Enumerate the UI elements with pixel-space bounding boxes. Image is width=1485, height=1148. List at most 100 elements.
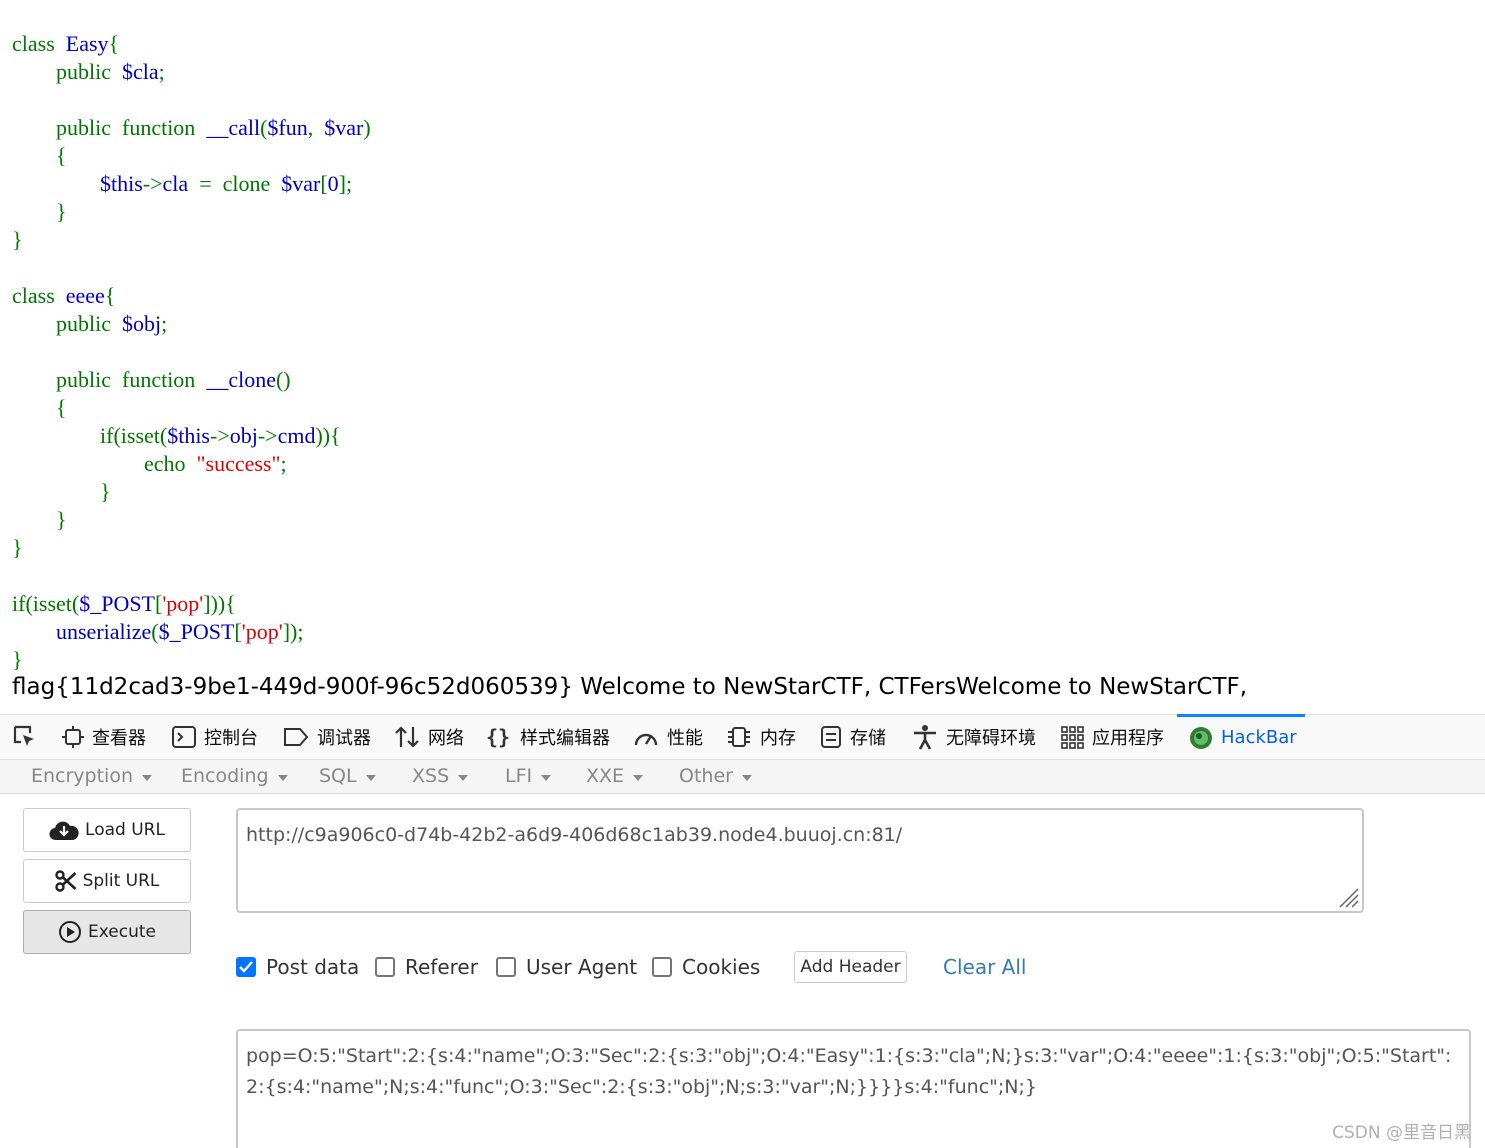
code-token: public function: [12, 367, 207, 392]
resize-grip-icon[interactable]: [1337, 886, 1359, 908]
code-line: {: [12, 142, 371, 170]
code-line: }: [12, 534, 371, 562]
code-token: ->: [210, 423, 230, 448]
menu-sql[interactable]: SQL: [319, 760, 376, 792]
code-token: {: [108, 31, 120, 56]
menu-lfi[interactable]: LFI: [505, 760, 552, 792]
tab-network[interactable]: 网络: [394, 715, 464, 759]
post-data-label: Post data: [266, 955, 360, 979]
code-token: cmd: [277, 423, 316, 448]
execute-button[interactable]: Execute: [23, 910, 191, 954]
code-line: }: [12, 478, 371, 506]
tab-accessibility[interactable]: 无障碍环境: [912, 715, 1036, 759]
post-data-textarea[interactable]: pop=O:5:"Start":2:{s:4:"name";O:3:"Sec":…: [236, 1029, 1471, 1148]
code-token: echo: [12, 451, 197, 476]
clear-all-link[interactable]: Clear All: [943, 952, 1026, 982]
tab-inspector[interactable]: 查看器: [62, 715, 146, 759]
tab-style-editor[interactable]: {} 样式编辑器: [486, 715, 610, 759]
code-token: 'pop': [162, 591, 204, 616]
code-token: $this: [167, 423, 210, 448]
code-line: unserialize($_POST['pop']);: [12, 618, 371, 646]
devtools-toolbar: 查看器 控制台 调试器 网络 {} 样式编辑器 性能 内存 存储 无障碍环境 应…: [0, 714, 1485, 760]
code-token: public function: [12, 115, 207, 140]
code-line: if(isset($this->obj->cmd)){: [12, 422, 371, 450]
code-line: class Easy{: [12, 30, 371, 58]
code-line: public function __clone(): [12, 366, 371, 394]
tab-application[interactable]: 应用程序: [1060, 715, 1164, 759]
watermark: CSDN @里音日黑: [1332, 1123, 1471, 1143]
user-agent-option[interactable]: User Agent: [496, 952, 637, 982]
caret-down-icon: [277, 774, 288, 781]
user-agent-checkbox[interactable]: [496, 957, 516, 977]
split-url-label: Split URL: [82, 871, 160, 891]
url-textarea[interactable]: http://c9a906c0-d74b-42b2-a6d9-406d68c1a…: [236, 808, 1364, 913]
code-token: __call: [206, 115, 261, 140]
caret-down-icon: [541, 774, 552, 781]
hackbar-menu: Encryption Encoding SQL XSS LFI XXE Othe…: [0, 760, 1485, 794]
tab-accessibility-label: 无障碍环境: [946, 728, 1036, 749]
menu-xxe[interactable]: XXE: [586, 760, 644, 792]
load-url-label: Load URL: [85, 820, 165, 840]
menu-encryption[interactable]: Encryption: [31, 760, 153, 792]
cloud-download-icon: [49, 821, 79, 841]
menu-encoding-label: Encoding: [181, 765, 269, 787]
code-token: $fun: [267, 115, 308, 140]
menu-other[interactable]: Other: [679, 760, 752, 792]
menu-xss[interactable]: XSS: [412, 760, 469, 792]
tab-network-label: 网络: [428, 728, 464, 749]
menu-xxe-label: XXE: [586, 765, 625, 787]
caret-down-icon: [741, 774, 752, 781]
code-line: public $cla;: [12, 58, 371, 86]
post-data-option[interactable]: Post data: [236, 952, 359, 982]
code-token: $_POST: [158, 619, 235, 644]
code-token: ])){: [203, 591, 236, 616]
tab-performance[interactable]: 性能: [633, 715, 703, 759]
tab-memory[interactable]: 内存: [726, 715, 796, 759]
menu-encoding[interactable]: Encoding: [181, 760, 288, 792]
code-token: 0: [327, 171, 339, 196]
cookies-label: Cookies: [682, 955, 761, 979]
code-token: cla: [162, 171, 200, 196]
code-token: = clone: [199, 171, 282, 196]
add-header-button[interactable]: Add Header: [794, 951, 907, 983]
code-token: }: [12, 535, 23, 560]
code-line: if(isset($_POST['pop'])){: [12, 590, 371, 618]
post-data-value: pop=O:5:"Start":2:{s:4:"name";O:3:"Sec":…: [246, 1045, 1452, 1098]
code-token: ,: [307, 115, 325, 140]
referer-option[interactable]: Referer: [375, 952, 478, 982]
post-data-checkbox[interactable]: [236, 957, 256, 977]
load-url-button[interactable]: Load URL: [23, 808, 191, 852]
checkmark-icon: [239, 961, 253, 973]
code-line: class eeee{: [12, 282, 371, 310]
referer-label: Referer: [405, 955, 478, 979]
code-token: __clone: [206, 367, 276, 392]
caret-down-icon: [142, 774, 153, 781]
element-picker-button[interactable]: [12, 715, 46, 759]
debugger-icon: [284, 728, 309, 746]
style-editor-icon: {}: [486, 725, 510, 749]
flag-output: flag{11d2cad3-9be1-449d-900f-96c52d06053…: [12, 674, 1248, 700]
play-circle-icon: [59, 921, 81, 943]
tab-console[interactable]: 控制台: [172, 715, 258, 759]
cookies-checkbox[interactable]: [652, 957, 672, 977]
svg-text:{}: {}: [486, 725, 510, 749]
tab-memory-label: 内存: [760, 728, 796, 749]
cookies-option[interactable]: Cookies: [652, 952, 760, 982]
code-token: ): [363, 115, 371, 140]
tab-hackbar[interactable]: HackBar: [1177, 714, 1305, 758]
referer-checkbox[interactable]: [375, 957, 395, 977]
split-url-button[interactable]: Split URL: [23, 859, 191, 903]
code-token: unserialize: [12, 619, 152, 644]
tab-storage[interactable]: 存储: [820, 715, 886, 759]
caret-down-icon: [365, 774, 376, 781]
tab-storage-label: 存储: [850, 728, 886, 749]
code-token: }: [12, 647, 23, 672]
tab-console-label: 控制台: [204, 728, 258, 749]
tab-debugger[interactable]: 调试器: [283, 715, 371, 759]
code-line: public function __call($fun, $var): [12, 114, 371, 142]
code-line: }: [12, 506, 371, 534]
code-token: if(isset(: [12, 591, 80, 616]
code-token: eeee: [65, 283, 105, 308]
